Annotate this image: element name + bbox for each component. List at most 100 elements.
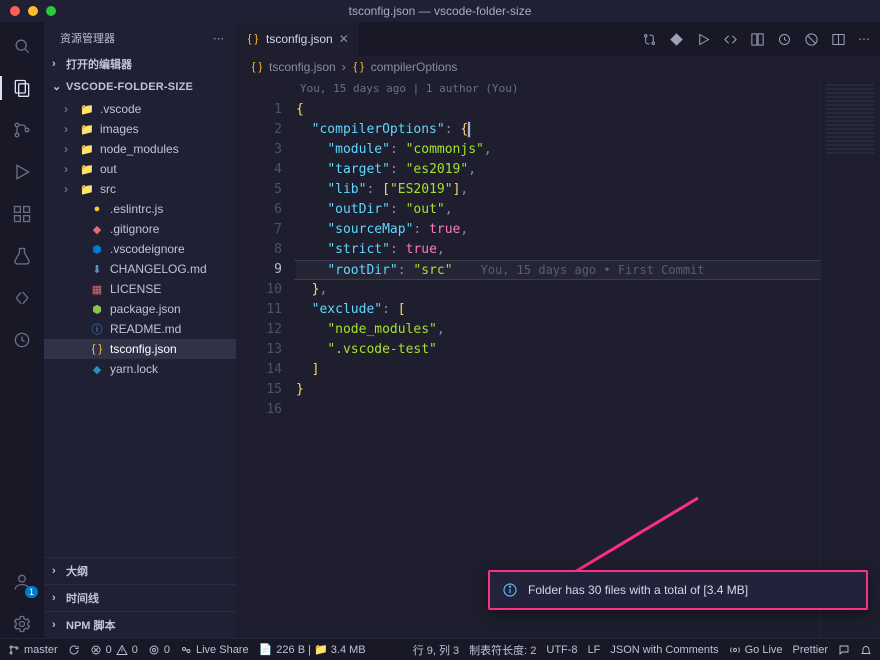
file-tree-item[interactable]: ▦LICENSE (44, 279, 236, 299)
editor-body[interactable]: 12345678910111213141516 You, 15 days ago… (236, 78, 880, 638)
file-tree-item[interactable]: ◆.gitignore (44, 219, 236, 239)
git-toggle-icon[interactable] (669, 32, 684, 47)
split-editor-icon[interactable] (831, 32, 846, 47)
chevron-down-icon: ⌄ (52, 80, 62, 93)
file-tree-item[interactable]: ⓘREADME.md (44, 319, 236, 339)
file-tree-item[interactable]: ›📁out (44, 159, 236, 179)
status-cursor[interactable]: 行 9, 列 3 (413, 642, 459, 658)
code-content[interactable]: You, 15 days ago | 1 author (You) { "com… (294, 78, 820, 638)
editor-area: { } tsconfig.json ✕ ⋯ { }tsconfig.json ›… (236, 22, 880, 638)
window-maximize-button[interactable] (46, 6, 56, 16)
tab-close-icon[interactable]: ✕ (339, 32, 349, 46)
diff-icon[interactable] (750, 32, 765, 47)
status-tab-size[interactable]: 制表符长度: 2 (469, 642, 536, 658)
tree-item-label: README.md (110, 322, 181, 336)
titlebar: tsconfig.json — vscode-folder-size (0, 0, 880, 22)
status-language[interactable]: JSON with Comments (610, 644, 718, 656)
file-tree-item[interactable]: ◆yarn.lock (44, 359, 236, 379)
split-right-icon[interactable] (723, 32, 738, 47)
sidebar-collapsed-section[interactable]: ›大纲 (44, 557, 236, 584)
source-control-icon[interactable] (8, 116, 36, 144)
tree-item-label: .gitignore (110, 222, 159, 236)
status-live-share[interactable]: Live Share (180, 644, 249, 656)
breadcrumb-symbol: compilerOptions (371, 60, 458, 74)
file-tree-item[interactable]: ⬢.vscodeignore (44, 239, 236, 259)
tree-item-label: .vscode (100, 102, 141, 116)
chevron-right-icon: › (64, 182, 74, 196)
file-tree: ›📁.vscode›📁images›📁node_modules›📁out›📁sr… (44, 97, 236, 385)
open-editors-section[interactable]: › 打开的编辑器 (44, 52, 236, 76)
extensions-icon[interactable] (8, 200, 36, 228)
project-section[interactable]: ⌄ VSCODE-FOLDER-SIZE (44, 76, 236, 97)
tree-item-label: .eslintrc.js (110, 202, 163, 216)
chevron-right-icon: › (52, 565, 62, 577)
status-ports[interactable]: 0 (148, 644, 170, 656)
open-editors-label: 打开的编辑器 (66, 56, 132, 72)
git-compare-icon[interactable] (642, 32, 657, 47)
gitlens-icon[interactable] (8, 326, 36, 354)
sidebar: 资源管理器 ⋯ › 打开的编辑器 ⌄ VSCODE-FOLDER-SIZE ›📁… (44, 22, 236, 638)
tab-label: tsconfig.json (266, 32, 333, 46)
chevron-right-icon: › (52, 58, 62, 70)
status-folder-size[interactable]: 📄 226 B | 📁 3.4 MB (259, 643, 366, 656)
sidebar-collapsed-sections: ›大纲›时间线›NPM 脚本 (44, 557, 236, 638)
file-tree-item[interactable]: ⬢package.json (44, 299, 236, 319)
minimap[interactable] (820, 78, 880, 638)
explorer-icon[interactable] (8, 74, 36, 102)
file-tree-item[interactable]: ›📁src (44, 179, 236, 199)
status-encoding[interactable]: UTF-8 (546, 644, 577, 656)
file-tree-item[interactable]: ›📁images (44, 119, 236, 139)
status-feedback-icon[interactable] (838, 644, 850, 656)
account-icon[interactable]: 1 (8, 568, 36, 596)
file-icon: 📄 (259, 643, 273, 656)
chevron-right-icon: › (342, 60, 346, 74)
sidebar-more-icon[interactable]: ⋯ (213, 32, 224, 45)
file-tree-item[interactable]: { }tsconfig.json (44, 339, 236, 359)
window-close-button[interactable] (10, 6, 20, 16)
chevron-right-icon: › (52, 619, 62, 631)
window-minimize-button[interactable] (28, 6, 38, 16)
remote-icon[interactable] (8, 284, 36, 312)
codelens[interactable]: You, 15 days ago | 1 author (You) (296, 78, 820, 100)
file-tree-item[interactable]: ›📁.vscode (44, 99, 236, 119)
status-branch[interactable]: master (8, 644, 58, 656)
account-badge: 1 (25, 586, 38, 598)
more-actions-icon[interactable]: ⋯ (858, 32, 870, 46)
breadcrumb[interactable]: { } tsconfig.json › { } compilerOptions (236, 56, 880, 78)
json-icon: { } (352, 60, 366, 74)
tree-item-label: LICENSE (110, 282, 161, 296)
run-debug-icon[interactable] (8, 158, 36, 186)
status-eol[interactable]: LF (588, 644, 601, 656)
chevron-right-icon: › (64, 122, 74, 136)
test-icon[interactable] (8, 242, 36, 270)
tab-tsconfig[interactable]: { } tsconfig.json ✕ (236, 22, 360, 56)
status-prettier[interactable]: Prettier (793, 644, 828, 656)
search-icon[interactable] (8, 32, 36, 60)
notification-toast[interactable]: Folder has 30 files with a total of [3.4… (488, 570, 868, 610)
status-go-live[interactable]: Go Live (729, 644, 783, 656)
run-icon[interactable] (696, 32, 711, 47)
chevron-right-icon: › (64, 142, 74, 156)
sidebar-collapsed-section[interactable]: ›时间线 (44, 584, 236, 611)
sidebar-collapsed-section[interactable]: ›NPM 脚本 (44, 611, 236, 638)
toast-text: Folder has 30 files with a total of [3.4… (528, 583, 748, 597)
status-problems[interactable]: 0 0 (90, 644, 138, 656)
json-icon: { } (250, 60, 264, 74)
no-preview-icon[interactable] (804, 32, 819, 47)
history-icon[interactable] (777, 32, 792, 47)
file-tree-item[interactable]: ●.eslintrc.js (44, 199, 236, 219)
status-bell-icon[interactable] (860, 644, 872, 656)
tree-item-label: package.json (110, 302, 181, 316)
tabs-row: { } tsconfig.json ✕ ⋯ (236, 22, 880, 56)
settings-gear-icon[interactable] (8, 610, 36, 638)
sidebar-title: 资源管理器 (60, 30, 115, 46)
tree-item-label: .vscodeignore (110, 242, 185, 256)
file-tree-item[interactable]: ⬇CHANGELOG.md (44, 259, 236, 279)
breadcrumb-file: tsconfig.json (269, 60, 336, 74)
file-tree-item[interactable]: ›📁node_modules (44, 139, 236, 159)
info-icon (502, 582, 518, 598)
statusbar: master 0 0 0 Live Share 📄 226 B | 📁 3.4 … (0, 638, 880, 660)
tree-item-label: out (100, 162, 117, 176)
project-label: VSCODE-FOLDER-SIZE (66, 81, 193, 93)
status-sync[interactable] (68, 644, 80, 656)
